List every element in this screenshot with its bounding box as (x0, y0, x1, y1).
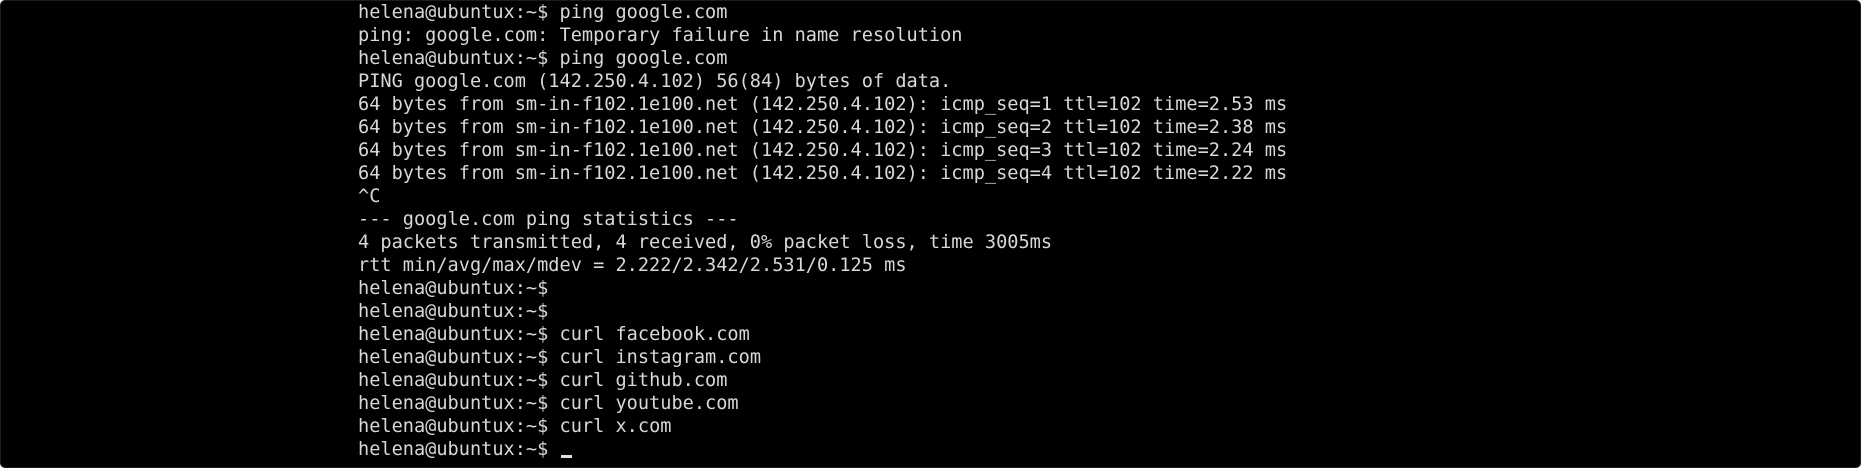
shell-prompt: helena@ubuntux:~$ (358, 2, 549, 23)
command-text: ping google.com (559, 48, 728, 69)
active-prompt-line: helena@ubuntux:~$ (358, 438, 1838, 461)
shell-prompt: helena@ubuntux:~$ (358, 48, 549, 69)
prompt-line: helena@ubuntux:~$ ping google.com (358, 1, 1838, 24)
prompt-line: helena@ubuntux:~$ (358, 277, 1838, 300)
prompt-line: helena@ubuntux:~$ curl github.com (358, 369, 1838, 392)
prompt-line: helena@ubuntux:~$ curl youtube.com (358, 392, 1838, 415)
prompt-line: helena@ubuntux:~$ curl instagram.com (358, 346, 1838, 369)
output-line: ^C (358, 186, 381, 207)
shell-prompt: helena@ubuntux:~$ (358, 347, 549, 368)
output-line: 64 bytes from sm-in-f102.1e100.net (142.… (358, 163, 1288, 184)
terminal-output[interactable]: helena@ubuntux:~$ ping google.com ping: g… (358, 1, 1838, 461)
command-text: ping google.com (559, 2, 728, 23)
command-text: curl facebook.com (559, 324, 750, 345)
output-line: --- google.com ping statistics --- (358, 209, 739, 230)
shell-prompt: helena@ubuntux:~$ (358, 301, 549, 322)
prompt-line: helena@ubuntux:~$ ping google.com (358, 47, 1838, 70)
shell-prompt: helena@ubuntux:~$ (358, 370, 549, 391)
terminal-window[interactable]: helena@ubuntux:~$ ping google.com ping: g… (0, 0, 1861, 468)
output-line: ping: google.com: Temporary failure in n… (358, 25, 963, 46)
output-line: 4 packets transmitted, 4 received, 0% pa… (358, 232, 1053, 253)
output-line: PING google.com (142.250.4.102) 56(84) b… (358, 71, 952, 92)
shell-prompt: helena@ubuntux:~$ (358, 278, 549, 299)
output-line: 64 bytes from sm-in-f102.1e100.net (142.… (358, 140, 1288, 161)
command-text: curl instagram.com (559, 347, 762, 368)
output-line: 64 bytes from sm-in-f102.1e100.net (142.… (358, 94, 1288, 115)
command-text: curl youtube.com (559, 393, 739, 414)
prompt-line: helena@ubuntux:~$ curl facebook.com (358, 323, 1838, 346)
prompt-line: helena@ubuntux:~$ curl x.com (358, 415, 1838, 438)
output-line: 64 bytes from sm-in-f102.1e100.net (142.… (358, 117, 1288, 138)
command-text: curl github.com (559, 370, 728, 391)
shell-prompt: helena@ubuntux:~$ (358, 393, 549, 414)
text-cursor[interactable] (560, 455, 572, 458)
shell-prompt: helena@ubuntux:~$ (358, 416, 549, 437)
output-line: rtt min/avg/max/mdev = 2.222/2.342/2.531… (358, 255, 907, 276)
shell-prompt: helena@ubuntux:~$ (358, 324, 549, 345)
prompt-line: helena@ubuntux:~$ (358, 300, 1838, 323)
shell-prompt: helena@ubuntux:~$ (358, 439, 549, 460)
command-text: curl x.com (559, 416, 672, 437)
